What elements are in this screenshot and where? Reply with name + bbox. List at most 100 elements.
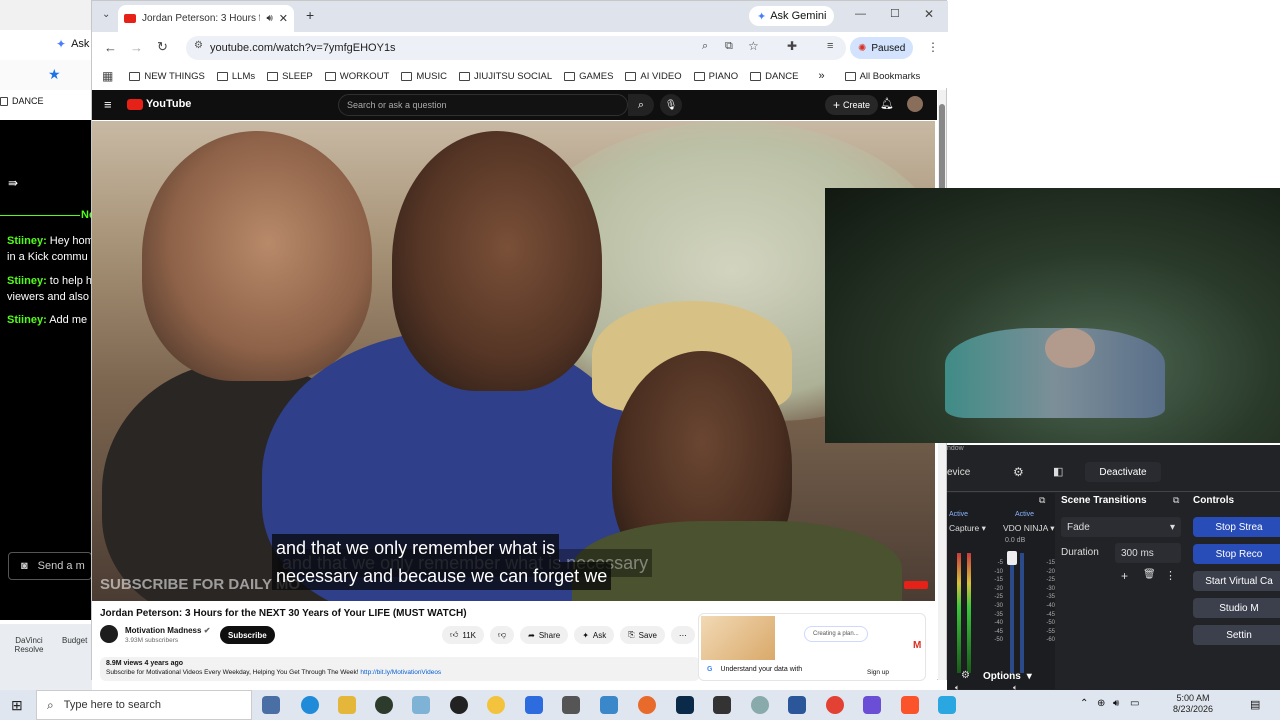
collapse-chat-icon[interactable]: ⇛: [8, 176, 18, 190]
task-view-icon[interactable]: [262, 696, 280, 714]
transition-menu-icon[interactable]: ⋮: [1165, 569, 1176, 582]
davinci-icon[interactable]: [713, 696, 731, 714]
docs-icon[interactable]: [525, 696, 543, 714]
notifications-icon[interactable]: ▤: [1250, 698, 1260, 711]
ad-signup-button[interactable]: Sign up: [867, 669, 889, 676]
profile-paused-button[interactable]: ✺ Paused: [850, 37, 914, 59]
photoshop-icon[interactable]: [676, 696, 694, 714]
firefox-icon[interactable]: [638, 696, 656, 714]
edge-icon[interactable]: [301, 696, 319, 714]
delete-transition-icon[interactable]: 🗑︎: [1143, 569, 1156, 580]
app-icon[interactable]: [562, 696, 580, 714]
deactivate-button[interactable]: Deactivate: [1085, 462, 1161, 482]
youtube-search-input[interactable]: Search or ask a question: [338, 94, 628, 116]
capture-source[interactable]: Capture ▾: [949, 523, 986, 534]
description-box[interactable]: 8.9M views 4 years ago Subscribe for Mot…: [100, 657, 700, 681]
bookmark-dance-partial[interactable]: DANCE: [0, 96, 44, 106]
obs-icon[interactable]: [450, 696, 468, 714]
extensions-icon[interactable]: ✚: [787, 39, 797, 53]
save-button[interactable]: ⎘ Save: [620, 626, 665, 644]
network-icon[interactable]: ⊕: [1097, 698, 1105, 709]
ask-gemini-partial[interactable]: ✦ Ask: [0, 30, 92, 57]
close-tab-icon[interactable]: ✕: [279, 12, 288, 25]
vdo-source[interactable]: VDO NINJA ▾: [1003, 523, 1055, 534]
address-bar[interactable]: ⚙ youtube.com/watch?v=7ymfgEHOY1s ⌕ ⧉ ☆: [186, 36, 846, 60]
youtube-logo[interactable]: YouTube: [127, 98, 191, 110]
site-info-icon[interactable]: ⚙: [194, 40, 203, 51]
tray-overflow-icon[interactable]: ⌃: [1080, 698, 1088, 709]
app-icon[interactable]: [751, 696, 769, 714]
volume-icon[interactable]: 🔊︎: [1113, 698, 1119, 709]
zoom-icon[interactable]: ⌕: [702, 40, 708, 53]
notifications-bell-icon[interactable]: 🔔︎: [880, 97, 894, 110]
battery-icon[interactable]: ▭: [1130, 698, 1139, 709]
bookmark-folder[interactable]: GAMES: [564, 71, 613, 82]
apps-grid-icon[interactable]: ▦: [102, 69, 113, 83]
volume-slider-handle[interactable]: [1007, 551, 1017, 565]
dislike-button[interactable]: 👎︎: [490, 626, 515, 644]
description-link[interactable]: http://bit.ly/MotivationVideos: [360, 669, 441, 676]
transition-select[interactable]: Fade ▾: [1061, 517, 1181, 537]
brave-icon[interactable]: [901, 696, 919, 714]
app-icon[interactable]: [863, 696, 881, 714]
tab-active[interactable]: Jordan Peterson: 3 Hours fo 🔊︎ ✕: [118, 5, 294, 32]
emote-icon[interactable]: ◙: [21, 560, 28, 572]
reading-list-icon[interactable]: ≡: [827, 40, 833, 52]
hamburger-menu-icon[interactable]: ≡: [104, 97, 112, 112]
avatar[interactable]: [907, 96, 923, 112]
new-tab-button[interactable]: +: [306, 7, 314, 23]
bookmark-folder[interactable]: PIANO: [693, 71, 738, 82]
system-clock[interactable]: 5:00 AM 8/23/2026: [1173, 693, 1213, 715]
share-button[interactable]: ➦ Share: [520, 626, 569, 644]
bookmark-folder[interactable]: SLEEP: [267, 71, 313, 82]
more-actions-button[interactable]: ⋯: [670, 626, 695, 644]
desktop-icon-davinci[interactable]: DaVinci Resolve: [12, 636, 46, 654]
ask-gemini-button[interactable]: ✦ Ask Gemini: [749, 6, 835, 26]
video-player[interactable]: SUBSCRIBE FOR DAILY MO and that we only …: [92, 121, 935, 601]
bookmark-folder[interactable]: WORKOUT: [324, 71, 389, 82]
settings-button[interactable]: Settin: [1193, 625, 1280, 645]
chat-username[interactable]: Stiiney:: [7, 275, 47, 287]
subscribe-watermark-icon[interactable]: [904, 581, 928, 589]
app-icon[interactable]: [938, 696, 956, 714]
microphone-icon[interactable]: 🎙︎: [660, 94, 682, 116]
mixer-dock-icon[interactable]: ⧉: [1039, 495, 1045, 506]
filters-icon[interactable]: ◧: [1053, 465, 1063, 478]
desktop-icon-budget[interactable]: Budget: [62, 636, 87, 645]
bookmark-folder[interactable]: AI VIDEO: [625, 71, 682, 82]
properties-gear-icon[interactable]: ⚙: [1013, 465, 1024, 479]
app-icon[interactable]: [375, 696, 393, 714]
app-icon[interactable]: [412, 696, 430, 714]
bookmark-folder[interactable]: NEW THINGS: [129, 71, 205, 82]
channel-name[interactable]: Motivation Madness ✔: [125, 626, 210, 635]
add-transition-icon[interactable]: +: [1121, 569, 1128, 583]
minimize-icon[interactable]: —: [855, 8, 866, 20]
bookmark-folder[interactable]: LLMs: [216, 71, 255, 82]
bookmark-folder[interactable]: MUSIC: [401, 71, 447, 82]
stop-streaming-button[interactable]: Stop Strea: [1193, 517, 1280, 537]
transitions-dock-icon[interactable]: ⧉: [1173, 495, 1179, 506]
bookmark-folder[interactable]: DANCE: [750, 71, 798, 82]
duration-input[interactable]: 300 ms: [1115, 543, 1181, 563]
options-button[interactable]: Options ▾: [983, 667, 1051, 685]
create-button[interactable]: + Create: [825, 95, 879, 115]
studio-mode-button[interactable]: Studio M: [1193, 598, 1280, 618]
close-window-icon[interactable]: ✕: [924, 7, 934, 21]
tab-search-icon[interactable]: ⌄: [102, 9, 110, 20]
windows-start-icon[interactable]: ⊞: [11, 697, 23, 714]
audio-icon[interactable]: 🔊︎: [266, 13, 272, 24]
bookmark-folder[interactable]: JIUJITSU SOCIAL: [458, 71, 552, 82]
stop-recording-button[interactable]: Stop Reco: [1193, 544, 1280, 564]
menu-icon[interactable]: ⋮: [927, 40, 939, 54]
advanced-audio-gear-icon[interactable]: ⚙: [961, 670, 970, 681]
bulb-icon[interactable]: [487, 696, 505, 714]
taskbar-search-input[interactable]: ⌕ Type here to search: [36, 690, 252, 720]
maximize-icon[interactable]: ☐: [890, 7, 900, 20]
bookmark-star-icon[interactable]: ☆: [748, 39, 759, 53]
app-icon[interactable]: [788, 696, 806, 714]
back-icon[interactable]: ←: [104, 40, 117, 55]
app-icon[interactable]: [600, 696, 618, 714]
forward-icon[interactable]: →: [130, 40, 143, 55]
reload-icon[interactable]: ↻: [157, 39, 168, 55]
like-button[interactable]: 👍︎ 11K: [442, 626, 485, 644]
